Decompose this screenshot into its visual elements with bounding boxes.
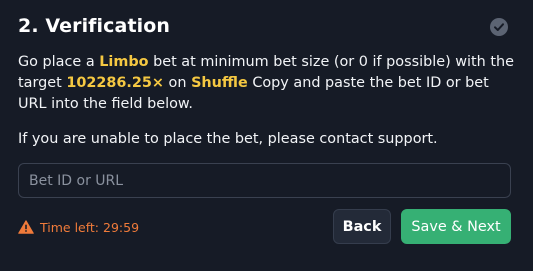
target-multiplier: 102286.25× [66, 75, 164, 91]
bet-id-input[interactable] [18, 163, 511, 198]
site-name: Shuffle [191, 75, 248, 91]
instructions-text: Go place a Limbo bet at minimum bet size… [18, 52, 518, 115]
support-text: If you are unable to place the bet, plea… [18, 131, 438, 147]
time-left-text: Time left: 29:59 [40, 219, 140, 235]
game-name: Limbo [99, 54, 149, 70]
instructions-part3: on [163, 75, 192, 91]
verification-panel: 2. Verification Go place a Limbo bet at … [0, 0, 533, 271]
instructions-part1: Go place a [18, 54, 100, 70]
back-button[interactable]: Back [333, 209, 391, 244]
check-circle-icon [490, 18, 508, 36]
save-next-button[interactable]: Save & Next [401, 209, 511, 244]
time-left-indicator: Time left: 29:59 [18, 218, 139, 236]
step-title: 2. Verification [18, 15, 171, 37]
warning-icon [18, 220, 34, 234]
